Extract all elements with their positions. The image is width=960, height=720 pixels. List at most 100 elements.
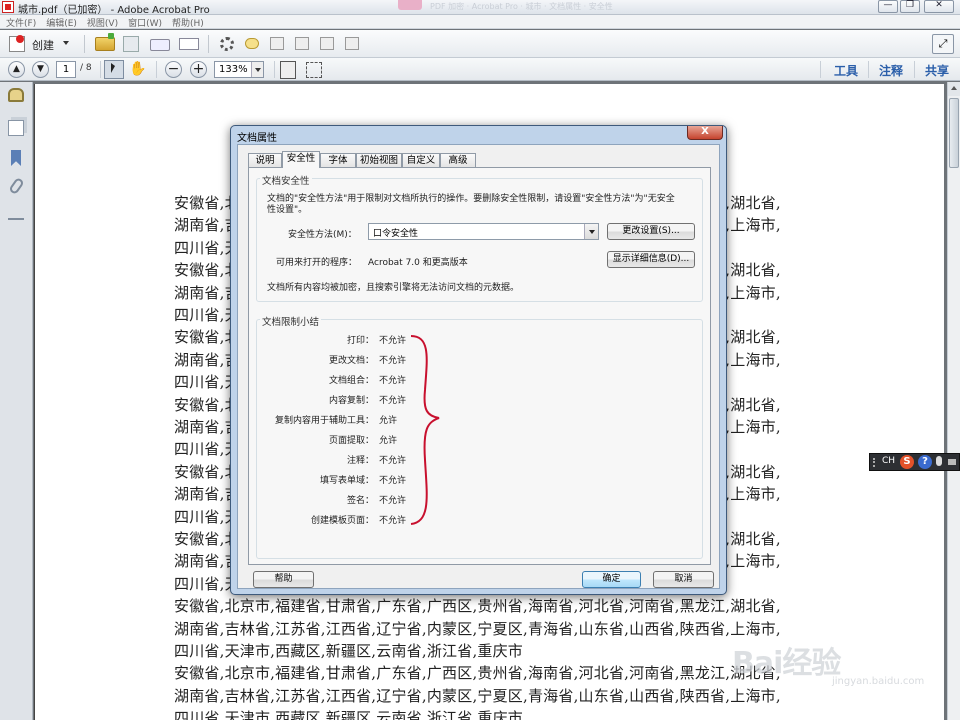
tab-share[interactable]: 共享 bbox=[925, 62, 949, 79]
expand-icon[interactable]: ⤢ bbox=[932, 34, 954, 54]
tab-custom[interactable]: 自定义 bbox=[402, 153, 440, 167]
security-method-value: 口令安全性 bbox=[373, 229, 419, 239]
watermark-text: Bai经验 bbox=[732, 646, 841, 681]
highlight-icon[interactable] bbox=[270, 37, 284, 50]
permission-value: 不允许 bbox=[379, 476, 407, 486]
compatibility-label: 可用来打开的程序： bbox=[276, 258, 358, 268]
tab-tools[interactable]: 工具 bbox=[834, 62, 858, 79]
tab-security[interactable]: 安全性 bbox=[282, 151, 320, 168]
menu-bar: 文件(F) 编辑(E) 视图(V) 窗口(W) 帮助(H) bbox=[0, 15, 960, 29]
group-title: 文档限制小结 bbox=[260, 314, 322, 328]
page-number-input[interactable]: 1 bbox=[56, 61, 76, 78]
help-icon[interactable]: ? bbox=[918, 455, 932, 469]
menu-window[interactable]: 窗口(W) bbox=[122, 15, 166, 29]
permission-label: 签名： bbox=[346, 496, 374, 506]
group-title: 文档安全性 bbox=[260, 173, 312, 187]
attach-icon[interactable] bbox=[320, 37, 334, 50]
cursor-arrow-icon bbox=[111, 63, 115, 73]
fit-page-icon[interactable] bbox=[280, 61, 296, 79]
comment-icon[interactable] bbox=[245, 38, 259, 49]
ribbon-accent bbox=[398, 0, 422, 10]
ok-button[interactable]: 确定 bbox=[582, 571, 641, 588]
open-folder-icon[interactable] bbox=[95, 33, 115, 51]
tab-fonts[interactable]: 字体 bbox=[320, 153, 356, 167]
sign-icon[interactable] bbox=[345, 37, 359, 50]
signature-icon[interactable] bbox=[8, 210, 24, 220]
permission-value: 不允许 bbox=[379, 336, 407, 346]
permission-label: 打印： bbox=[346, 336, 374, 346]
document-text-line: 湖南省,吉林省,江苏省,江西省,辽宁省,内蒙区,宁夏区,青海省,山东省,山西省,… bbox=[174, 686, 781, 705]
create-label: 创建 bbox=[32, 39, 54, 52]
menu-file[interactable]: 文件(F) bbox=[0, 15, 40, 29]
watermark-url: jingyan.baidu.com bbox=[832, 676, 925, 687]
menu-view[interactable]: 视图(V) bbox=[81, 15, 122, 29]
document-text-line: 湖南省,吉林省,江苏省,江西省,辽宁省,内蒙区,宁夏区,青海省,山东省,山西省,… bbox=[174, 619, 781, 638]
keyboard-icon[interactable] bbox=[948, 459, 956, 465]
permission-label: 创建模板页面： bbox=[310, 516, 374, 526]
document-text-line: 安徽省,北京市,福建省,甘肃省,广东省,广西区,贵州省,海南省,河北省,河南省,… bbox=[174, 597, 781, 616]
zoom-out-icon[interactable]: − bbox=[165, 61, 182, 78]
zoom-dropdown[interactable]: 133% bbox=[214, 61, 264, 78]
tab-description[interactable]: 说明 bbox=[248, 153, 282, 167]
previous-page-icon[interactable]: ▲ bbox=[8, 61, 25, 78]
scroll-thumb[interactable] bbox=[949, 98, 959, 168]
scroll-up-icon[interactable] bbox=[948, 82, 960, 96]
next-page-icon[interactable]: ▼ bbox=[32, 61, 49, 78]
hand-tool-icon[interactable]: ✋ bbox=[128, 60, 148, 79]
print-icon[interactable] bbox=[150, 39, 170, 51]
change-settings-button[interactable]: 更改设置(S)... bbox=[607, 223, 695, 240]
zoom-in-icon[interactable]: + bbox=[190, 61, 207, 78]
toolbar-divider bbox=[156, 61, 157, 78]
menu-edit[interactable]: 编辑(E) bbox=[40, 15, 81, 29]
permission-label: 页面提取： bbox=[328, 436, 374, 446]
show-details-button[interactable]: 显示详细信息(D)... bbox=[607, 251, 695, 268]
security-panel: 文档安全性 文档的"安全性方法"用于限制对文档所执行的操作。要删除安全性限制，请… bbox=[248, 167, 711, 565]
grip-icon[interactable] bbox=[873, 458, 876, 467]
minimize-button[interactable]: — bbox=[878, 0, 898, 13]
document-text-line: 安徽省,北京市,福建省,甘肃省,广东省,广西区,贵州省,海南省,河北省,河南省,… bbox=[174, 664, 781, 683]
dialog-close-button[interactable]: X bbox=[687, 126, 723, 140]
restrictions-summary-group: 文档限制小结 打印： 不允许 更改文档： 不允许 文档组合： 不允许 内容复制：… bbox=[256, 314, 703, 559]
microphone-icon[interactable] bbox=[936, 456, 942, 466]
permission-label: 注释： bbox=[346, 456, 374, 466]
cancel-button[interactable]: 取消 bbox=[653, 571, 714, 588]
gear-icon[interactable] bbox=[220, 37, 234, 51]
email-icon[interactable] bbox=[179, 38, 199, 50]
create-button[interactable]: 创建 bbox=[6, 34, 74, 54]
menu-help[interactable]: 帮助(H) bbox=[166, 15, 208, 29]
permission-value: 允许 bbox=[379, 436, 398, 446]
permission-label: 填写表单域： bbox=[319, 476, 374, 486]
save-icon[interactable] bbox=[123, 36, 139, 52]
title-bar: 城市.pdf（已加密） - Adobe Acrobat Pro PDF 加密 ·… bbox=[0, 0, 960, 16]
ime-toolbar: CH S ? bbox=[869, 453, 960, 471]
tab-advanced[interactable]: 高级 bbox=[440, 153, 476, 167]
lock-icon[interactable] bbox=[8, 88, 24, 102]
close-window-button[interactable]: ✕ bbox=[924, 0, 954, 13]
select-tool-button[interactable] bbox=[104, 60, 124, 79]
sogou-icon[interactable]: S bbox=[900, 455, 914, 469]
help-button[interactable]: 帮助 bbox=[253, 571, 314, 588]
permission-label: 复制内容用于辅助工具： bbox=[274, 416, 374, 426]
permission-value: 不允许 bbox=[379, 396, 407, 406]
tab-comments[interactable]: 注释 bbox=[879, 62, 903, 79]
main-toolbar: 创建 ⤢ bbox=[0, 30, 960, 58]
page-thumbnails-icon[interactable] bbox=[8, 120, 24, 136]
tab-initial-view[interactable]: 初始视图 bbox=[356, 153, 402, 167]
permission-label: 文档组合： bbox=[328, 376, 374, 386]
bookmark-icon[interactable] bbox=[11, 150, 21, 166]
vertical-scrollbar[interactable] bbox=[947, 82, 960, 720]
toolbar-divider bbox=[820, 61, 821, 78]
security-method-select[interactable]: 口令安全性 bbox=[368, 223, 599, 240]
toolbar-divider bbox=[84, 35, 85, 53]
stamp-icon[interactable] bbox=[295, 37, 309, 50]
ime-language[interactable]: CH bbox=[882, 456, 895, 466]
paperclip-icon[interactable] bbox=[8, 176, 25, 196]
permission-value: 不允许 bbox=[379, 496, 407, 506]
fit-width-icon[interactable] bbox=[306, 62, 322, 78]
maximize-button[interactable]: ❐ bbox=[900, 0, 920, 13]
toolbar-divider bbox=[868, 61, 869, 78]
document-text-line: 四川省,天津市,西藏区,新疆区,云南省,浙江省,重庆市 bbox=[174, 709, 524, 720]
window-title: 城市.pdf（已加密） - Adobe Acrobat Pro bbox=[18, 5, 210, 16]
permission-value: 不允许 bbox=[379, 456, 407, 466]
document-text-line: 四川省,天津市,西藏区,新疆区,云南省,浙江省,重庆市 bbox=[174, 642, 524, 660]
